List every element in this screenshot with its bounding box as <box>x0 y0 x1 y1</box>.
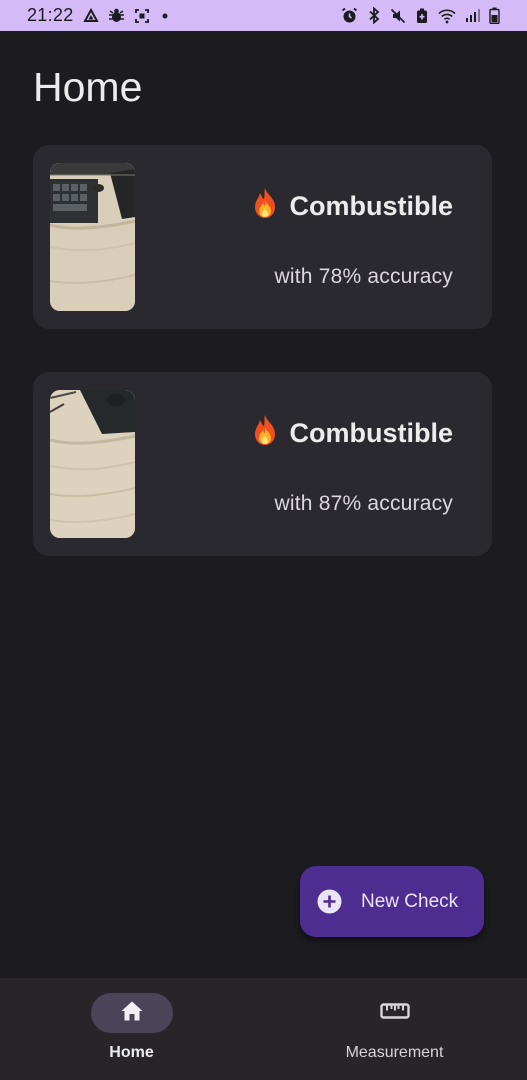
dot-icon <box>159 10 171 22</box>
new-check-button[interactable]: New Check <box>300 866 484 937</box>
alarm-icon <box>341 7 358 24</box>
battery-icon <box>489 7 500 24</box>
status-bar: 21:22 <box>0 0 527 31</box>
bottom-nav: Home Measurement <box>0 978 527 1080</box>
status-right <box>341 7 500 24</box>
nav-icon-holder <box>354 993 436 1033</box>
result-label: Combustible <box>289 418 453 448</box>
accuracy-text: with 87% accuracy <box>274 492 453 515</box>
bug-icon <box>108 7 125 24</box>
nav-item-home[interactable]: Home <box>0 978 263 1080</box>
bluetooth-icon <box>367 7 381 24</box>
new-check-label: New Check <box>361 890 459 912</box>
fire-icon <box>251 414 279 453</box>
plus-circle-icon <box>317 889 342 914</box>
status-time: 21:22 <box>27 5 74 25</box>
accuracy-text: with 78% accuracy <box>274 265 453 288</box>
drive-icon <box>82 7 99 24</box>
wifi-icon <box>438 8 456 24</box>
page-title: Home <box>33 64 143 110</box>
check-result: Combustible <box>251 187 453 226</box>
screenshot-icon <box>134 8 150 24</box>
home-icon <box>120 1000 144 1026</box>
check-card[interactable]: Combustible with 87% accuracy <box>33 372 492 556</box>
check-card[interactable]: Combustible with 78% accuracy <box>33 145 492 329</box>
nav-label-measurement: Measurement <box>345 1044 444 1061</box>
nav-label-home: Home <box>109 1044 154 1061</box>
photo-thumbnail[interactable] <box>50 163 135 311</box>
check-result: Combustible <box>251 414 453 453</box>
mute-icon <box>390 8 406 24</box>
result-label: Combustible <box>289 191 453 221</box>
photo-thumbnail[interactable] <box>50 390 135 538</box>
signal-icon <box>465 8 480 23</box>
fire-icon <box>251 187 279 226</box>
ruler-icon <box>379 1002 410 1024</box>
nav-item-measurement[interactable]: Measurement <box>263 978 526 1080</box>
nav-active-indicator <box>90 993 173 1033</box>
battery-saver-icon <box>415 8 429 24</box>
status-left: 21:22 <box>27 5 171 26</box>
